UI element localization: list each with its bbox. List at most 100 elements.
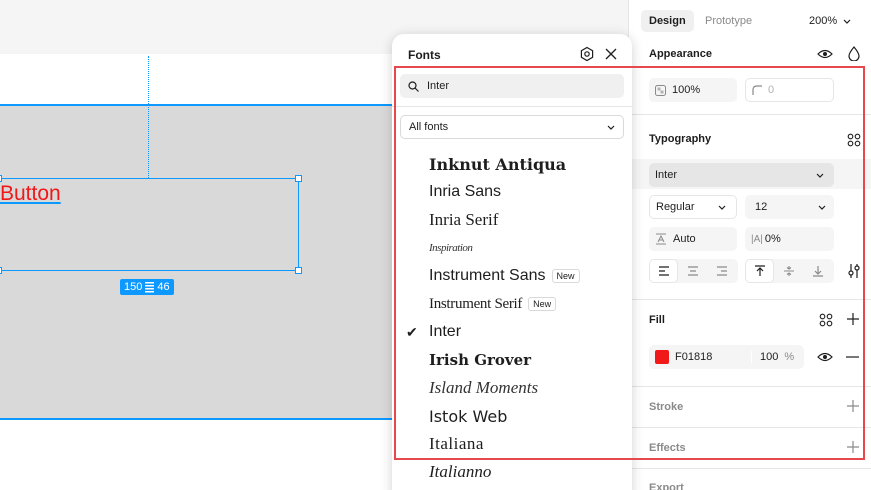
letter-spacing-icon: |A| (751, 233, 763, 245)
font-filter-dropdown[interactable]: All fonts (400, 115, 624, 139)
opacity-field[interactable]: 100% (649, 78, 737, 102)
section-divider (629, 114, 871, 115)
zoom-dropdown[interactable]: 200% (809, 10, 851, 32)
font-item-label: Italiana (429, 434, 484, 453)
chevron-down-icon (718, 205, 726, 210)
font-item-island-moments[interactable]: Island Moments (392, 374, 632, 402)
font-item-instrument-serif[interactable]: Instrument Serif New (392, 290, 632, 318)
add-stroke-icon[interactable] (847, 400, 859, 412)
align-right-icon (716, 266, 727, 276)
stroke-title: Stroke (649, 401, 684, 413)
section-divider (629, 427, 871, 428)
font-item-label: Instrument Serif (429, 295, 523, 312)
align-right-button[interactable] (707, 259, 736, 283)
section-divider (629, 468, 871, 469)
corner-radius-field[interactable]: 0 (745, 78, 834, 102)
font-search-input[interactable]: Inter (400, 74, 624, 98)
add-effect-icon[interactable] (847, 441, 859, 453)
search-icon (408, 80, 419, 92)
filter-value: All fonts (409, 121, 449, 133)
font-item-inria-sans[interactable]: Inria Sans (392, 178, 632, 206)
font-family-dropdown[interactable]: Inter (649, 163, 834, 187)
font-item-inter[interactable]: ✔ Inter (392, 318, 632, 346)
align-top-button[interactable] (745, 259, 774, 283)
section-divider (629, 299, 871, 300)
type-settings-icon[interactable] (847, 263, 861, 279)
resize-handle-bottom-right[interactable] (295, 267, 302, 274)
fill-color-swatch[interactable] (655, 350, 669, 364)
chevron-down-icon (607, 125, 615, 130)
chevron-down-icon (816, 173, 824, 178)
tab-design[interactable]: Design (641, 10, 694, 32)
line-height-icon (656, 233, 666, 245)
font-item-label: Irish Grover (429, 351, 532, 369)
fill-title: Fill (649, 314, 665, 326)
font-item-label: Inknut Antiqua (429, 154, 567, 174)
dimension-badge: 150 46 (120, 279, 174, 295)
export-title: Export (649, 482, 684, 490)
align-top-icon (754, 265, 765, 276)
settings-icon[interactable] (579, 46, 595, 62)
fill-styles-icon[interactable] (819, 313, 833, 327)
align-bottom-button[interactable] (803, 259, 832, 283)
font-weight-dropdown[interactable]: Regular (649, 195, 737, 219)
hug-lines-icon (145, 281, 155, 293)
fill-opacity-unit: % (784, 351, 795, 363)
font-item-italiana[interactable]: Italiana (392, 430, 632, 458)
font-item-label: Inria Serif (429, 210, 499, 229)
letter-spacing-field[interactable]: |A| 0% (745, 227, 834, 251)
chevron-down-icon (843, 19, 851, 24)
font-item-label: Island Moments (429, 378, 539, 397)
letter-spacing-value: 0% (764, 233, 781, 245)
checkmark-icon: ✔ (406, 324, 418, 340)
font-size-dropdown[interactable]: 12 (745, 195, 834, 219)
popup-divider (392, 106, 632, 107)
fill-color-field[interactable]: F01818 100 % (649, 345, 804, 369)
close-icon[interactable] (603, 46, 619, 62)
selection-box[interactable] (0, 175, 302, 274)
font-item-label: Inspiration (429, 242, 473, 254)
font-item-label: Inria Sans (429, 183, 502, 200)
font-item-instrument-sans[interactable]: Instrument Sans New (392, 262, 632, 290)
remove-fill-icon[interactable] (846, 356, 859, 358)
add-fill-icon[interactable] (847, 313, 859, 325)
opacity-icon (655, 84, 666, 96)
popup-title: Fonts (408, 48, 441, 62)
font-size-value: 12 (755, 201, 768, 213)
font-item-italianno[interactable]: Italianno (392, 458, 632, 486)
chevron-down-icon (818, 205, 826, 210)
line-height-field[interactable]: Auto (649, 227, 737, 251)
zoom-level: 200% (809, 15, 838, 27)
align-left-button[interactable] (649, 259, 678, 283)
font-item-inknut-antiqua[interactable]: Inknut Antiqua (392, 150, 632, 178)
font-picker-popup: Fonts Inter All fonts Inknut Antiqua Inr… (392, 34, 632, 490)
font-item-istok-web[interactable]: Istok Web (392, 402, 632, 430)
dimension-height: 46 (157, 281, 170, 293)
eye-icon[interactable] (817, 350, 833, 364)
font-item-inspiration[interactable]: Inspiration (392, 234, 632, 262)
font-item-inria-serif[interactable]: Inria Serif (392, 206, 632, 234)
font-item-irish-grover[interactable]: Irish Grover (392, 346, 632, 374)
resize-handle-top-left[interactable] (0, 175, 2, 182)
eye-icon[interactable] (817, 47, 833, 61)
align-center-icon (687, 266, 698, 276)
align-center-button[interactable] (678, 259, 707, 283)
opacity-value: 100% (672, 84, 701, 96)
tab-prototype[interactable]: Prototype (705, 10, 752, 32)
fill-opacity-value: 100 (751, 351, 778, 363)
blend-mode-drop-icon[interactable] (848, 46, 860, 61)
line-height-value: Auto (673, 233, 696, 245)
corner-radius-value: 0 (768, 84, 775, 96)
typography-title: Typography (649, 133, 712, 145)
fill-hex-value: F01818 (675, 351, 713, 363)
resize-handle-bottom-left[interactable] (0, 267, 2, 274)
resize-handle-top-right[interactable] (295, 175, 302, 182)
styles-grid-icon[interactable] (847, 133, 861, 147)
properties-panel: Design Prototype 200% Appearance 100% 0 … (628, 0, 871, 490)
font-item-label: Instrument Sans (429, 267, 546, 284)
font-item-label: Istok Web (429, 406, 508, 426)
font-item-label: Inter (429, 323, 462, 340)
align-middle-button[interactable] (774, 259, 803, 283)
align-middle-icon (783, 266, 794, 276)
dimension-width: 150 (124, 281, 143, 293)
